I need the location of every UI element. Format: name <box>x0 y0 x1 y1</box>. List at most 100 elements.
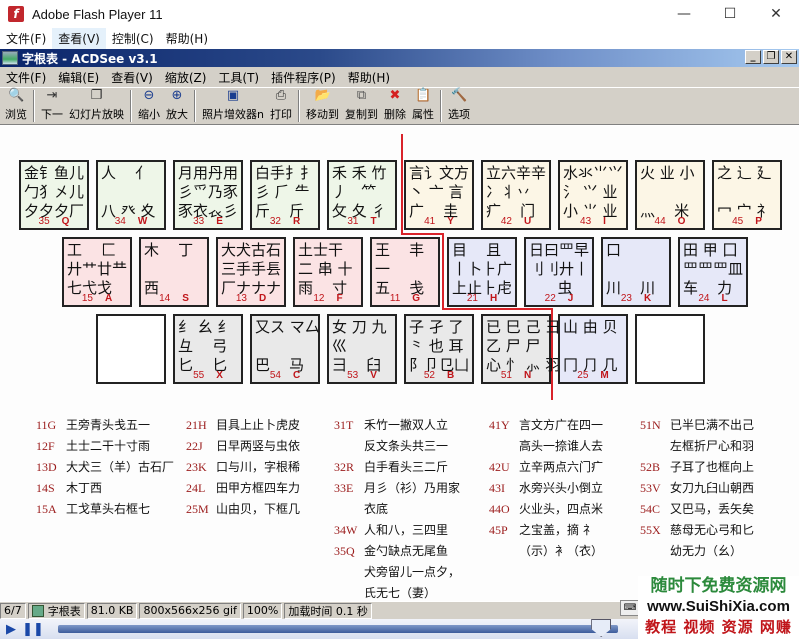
key-code: 22 J <box>526 293 592 304</box>
legend-row: 犬旁留儿一点夕， <box>334 562 460 583</box>
key-letter: E <box>216 216 223 227</box>
image-viewer[interactable]: ☝ 金钅鱼儿 勹犭㐅儿 夕夕夕厂35Q人 亻 八 癶 夊34W月用丹用 彡爫乃豕… <box>0 126 799 601</box>
acdsee-minimize-button[interactable]: _ <box>745 50 761 64</box>
key-radicals: 月用丹用 彡爫乃豕 豕衣𧘇彡 <box>178 164 239 220</box>
key-code: 52 B <box>406 370 472 381</box>
pause-button[interactable]: ❚❚ <box>22 620 44 638</box>
key-number: 35 <box>38 216 50 227</box>
key-number: 21 <box>466 293 478 304</box>
key-letter: H <box>489 293 498 304</box>
legend-row: 52B 子耳了也框向上 <box>640 457 754 478</box>
toolbar-button[interactable]: ✖ 删除 <box>381 88 409 124</box>
toolbar-button[interactable]: ▣ 照片增效器n <box>199 88 267 124</box>
toolbar-icon: 📋 <box>414 88 432 103</box>
maximize-button[interactable]: ☐ <box>707 0 753 28</box>
acd-menu-file[interactable]: 文件(F) <box>0 69 52 86</box>
toolbar-button[interactable]: 🔨 选项 <box>445 88 473 124</box>
legend-mnemonic: 火业头，四点米 <box>519 502 604 516</box>
legend-code: 45P <box>489 523 508 537</box>
menu-view[interactable]: 查看(V) <box>52 28 106 49</box>
acd-menu-zoom[interactable]: 缩放(Z) <box>159 69 213 86</box>
toolbar-button[interactable]: 📋 属性 <box>409 88 437 124</box>
legend-code: 24L <box>186 481 206 495</box>
toolbar-button[interactable]: 📂 移动到 <box>303 88 342 124</box>
toolbar-button[interactable]: 🔍 浏览 <box>2 88 30 124</box>
legend-code: 41Y <box>489 418 510 432</box>
legend-column: 51N 已半巳满不出己 左框折尸心和羽 52B 子耳了也框向上 53V 女刀九臼山朝西 54C… <box>640 415 754 562</box>
legend-mnemonic: 犬旁留儿一点夕， <box>364 565 461 579</box>
legend-mnemonic: 氏无七（妻） <box>364 586 437 600</box>
key-radicals: 工 匚 廾艹廿龷 七弋戈 <box>67 241 128 297</box>
key-number: 31 <box>347 216 359 227</box>
legend-code <box>640 541 670 562</box>
menu-control[interactable]: 控制(C) <box>106 28 160 49</box>
keyboard-icon[interactable]: ⌨ <box>620 600 640 616</box>
key-radicals: 言讠文方 丶 亠 ⾔ 广 圭 <box>409 164 470 220</box>
legend-column: 21H 目具上止卜虎皮 22J 日早两竖与虫依 23K 口与川，字根稀 24L 田甲方框四车力… <box>186 415 300 520</box>
progress-slider-thumb[interactable] <box>591 619 612 637</box>
key-letter: Y <box>447 216 454 227</box>
legend-mnemonic: 左框折尸心和羽 <box>670 439 755 453</box>
toolbar-button[interactable]: ⧉ 复制到 <box>342 88 381 124</box>
key-code: 13 D <box>218 293 284 304</box>
legend-code <box>334 562 364 583</box>
menu-help[interactable]: 帮助(H) <box>160 28 214 49</box>
acd-menu-tools[interactable]: 工具(T) <box>212 69 265 86</box>
legend-code: 44O <box>489 502 510 516</box>
key-x: 纟 幺 纟 彑 弓 匕 匕 55 X <box>173 314 243 384</box>
acd-menu-view[interactable]: 查看(V) <box>105 69 159 86</box>
close-button[interactable]: ✕ <box>753 0 799 28</box>
legend-mnemonic: 女刀九臼山朝西 <box>670 481 755 495</box>
legend-mnemonic: 反文条头共三一 <box>364 439 449 453</box>
toolbar-button[interactable]: ❐ 幻灯片放映 <box>66 88 127 124</box>
legend-row: 13D 大犬三（羊）古石厂 <box>36 457 174 478</box>
legend-row: 幼无力（幺） <box>640 541 754 562</box>
menu-file[interactable]: 文件(F) <box>0 28 52 49</box>
key-letter: O <box>677 216 686 227</box>
acdsee-toolbar: 🔍 浏览 ⇥ 下一 ❐ 幻灯片放映 ⊖ 缩小 ⊕ 放大 ▣ 照片增效器n ⎙ 打印 📂 移动到 ⧉ 复制到 ✖ 删除 📋… <box>0 87 799 125</box>
legend-code: 42U <box>489 460 510 474</box>
divider-line <box>442 233 444 310</box>
key-number: 23 <box>620 293 632 304</box>
legend-code: 12F <box>36 439 55 453</box>
flash-logo-icon: f <box>8 6 24 22</box>
status-dimensions: 800x566x256 gif <box>139 602 241 619</box>
divider-line <box>442 308 553 310</box>
acd-menu-plugins[interactable]: 插件程序(P) <box>265 69 342 86</box>
key-radicals: 目 且 丨卜⺊广 上止⺊虍 <box>452 241 513 297</box>
toolbar-button[interactable]: ⊖ 缩小 <box>135 88 163 124</box>
toolbar-icon: ⧉ <box>356 88 367 103</box>
legend-column: 31T 禾竹一撇双人立 反文条头共三一 32R 白手看头三二斤 33E 月彡（衫）乃用家 衣底… <box>334 415 460 601</box>
toolbar-icon: ⊕ <box>171 88 183 103</box>
legend-mnemonic: 已半巳满不出己 <box>670 418 755 432</box>
acd-menu-edit[interactable]: 编辑(E) <box>52 69 105 86</box>
acdsee-restore-button[interactable]: ❐ <box>763 50 779 64</box>
key-c: 又ス マ厶 巴 马 54 C <box>250 314 320 384</box>
key-s: 木 丁 西 14 S <box>139 237 209 307</box>
legend-code: 32R <box>334 460 355 474</box>
legend-row: 33E 月彡（衫）乃用家 <box>334 478 460 499</box>
key-number: 24 <box>698 293 710 304</box>
toolbar-label: 打印 <box>269 108 292 121</box>
divider-line <box>401 233 444 235</box>
acdsee-close-button[interactable]: ✕ <box>781 50 797 64</box>
toolbar-label: 放大 <box>166 108 188 121</box>
minimize-button[interactable]: — <box>661 0 707 28</box>
toolbar-button[interactable]: ⊕ 放大 <box>163 88 191 124</box>
key-letter: C <box>292 370 301 381</box>
key-radicals: 土士干 二 串 十 雨 寸 <box>298 241 353 297</box>
acd-menu-help[interactable]: 帮助(H) <box>342 69 396 86</box>
toolbar-label: 复制到 <box>344 108 378 121</box>
key-blank <box>96 314 166 384</box>
key-letter: N <box>523 370 532 381</box>
toolbar-button[interactable]: ⇥ 下一 <box>38 88 66 124</box>
legend-mnemonic: 王旁青头戋五一 <box>66 418 151 432</box>
key-number: 42 <box>500 216 512 227</box>
key-q: 金钅鱼儿 勹犭㐅儿 夕夕夕厂 35 Q <box>19 160 89 230</box>
progress-track[interactable] <box>58 625 618 633</box>
toolbar-button[interactable]: ⎙ 打印 <box>267 88 295 124</box>
play-button[interactable]: ▶ <box>0 620 22 638</box>
legend-code <box>640 436 670 457</box>
legend-mnemonic: 子耳了也框向上 <box>670 460 755 474</box>
key-number: 51 <box>500 370 512 381</box>
